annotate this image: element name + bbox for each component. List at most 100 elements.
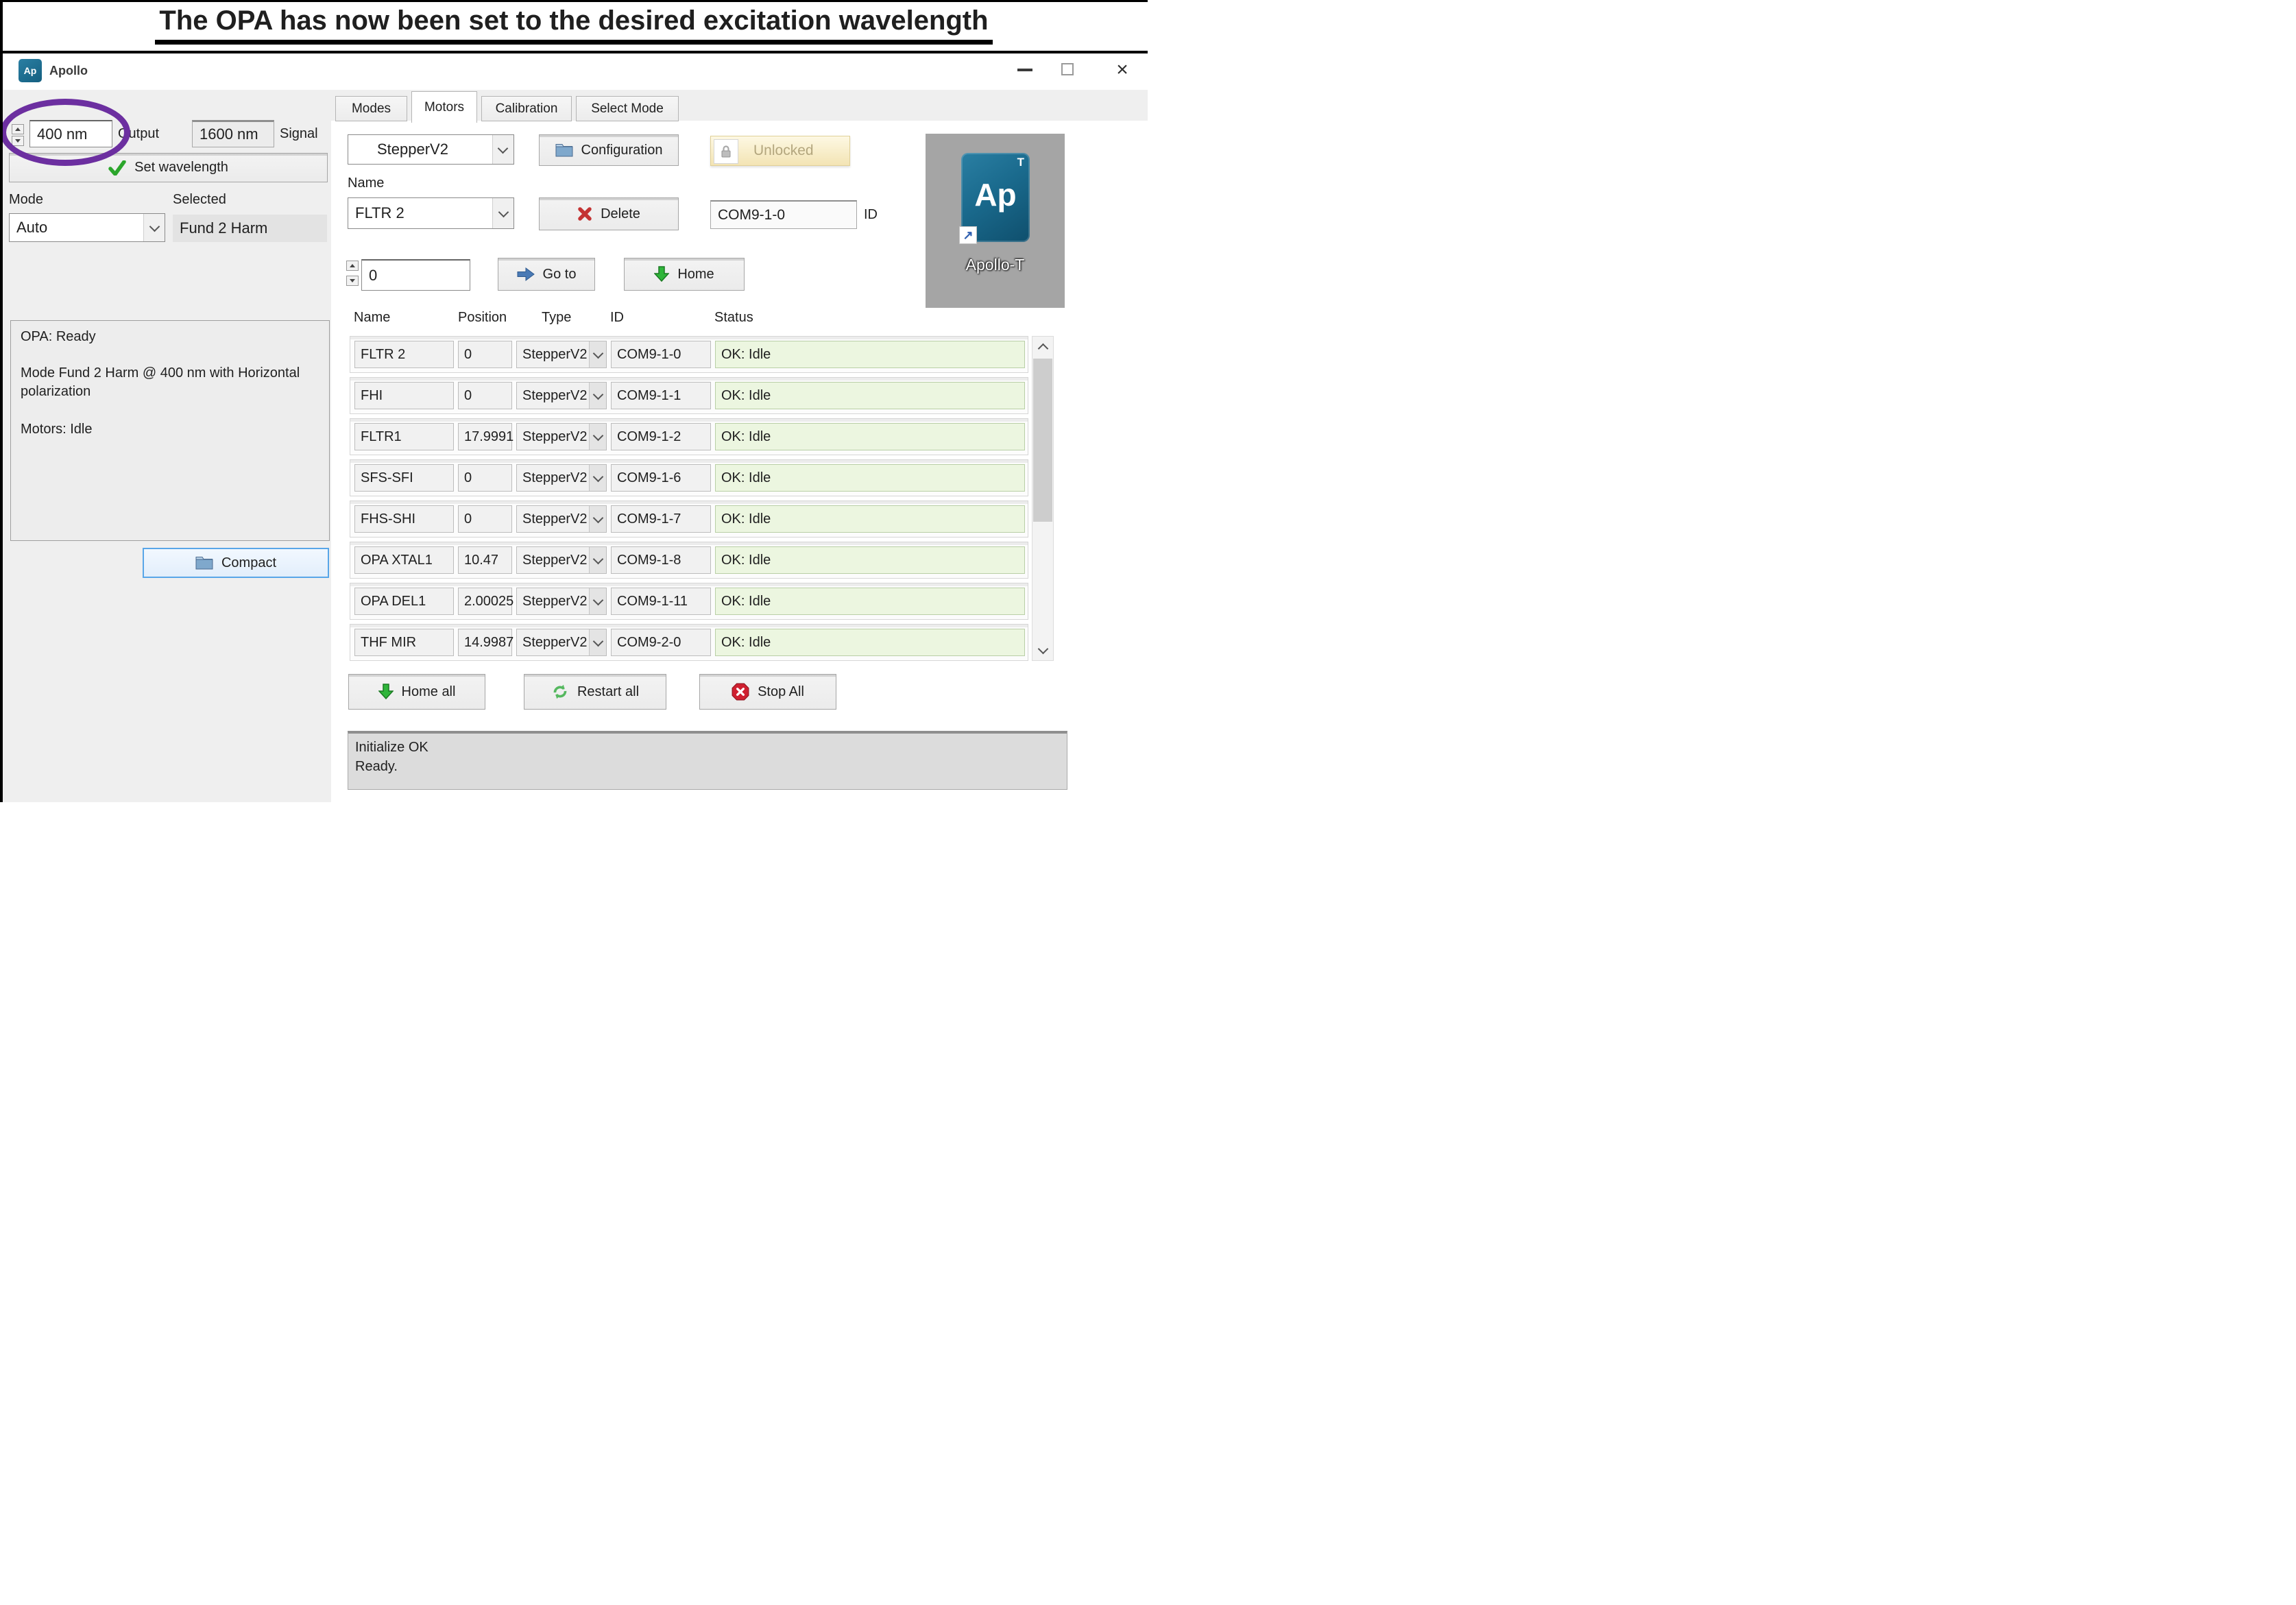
check-icon [108,160,126,176]
lock-icon [720,145,732,158]
row-position-field[interactable]: 0 [458,382,512,409]
stepper-type-select[interactable]: StepperV2 [348,134,514,165]
tab-motors[interactable]: Motors [411,91,477,123]
row-status-field: OK: Idle [715,629,1025,656]
delete-label: Delete [601,206,640,222]
restart-all-button[interactable]: Restart all [524,674,666,710]
scrollbar-down-button[interactable] [1032,640,1053,660]
tab-calibration-label: Calibration [496,101,558,117]
row-type-select[interactable]: StepperV2 [516,341,607,368]
row-name-field[interactable]: THF MIR [354,629,454,656]
mode-label: Mode [9,192,43,208]
motor-name-select[interactable]: FLTR 2 [348,197,514,229]
row-id-field[interactable]: COM9-1-7 [611,505,711,533]
stepper-type-value: StepperV2 [377,141,448,158]
close-button[interactable]: × [1111,55,1134,85]
motors-status-line: Motors: Idle [21,422,319,437]
position-input[interactable]: 0 [361,259,470,291]
chevron-up-icon [1037,343,1048,354]
row-name-field[interactable]: SFS-SFI [354,464,454,492]
unlocked-button[interactable]: Unlocked [710,136,850,166]
delete-x-icon [577,206,592,221]
goto-label: Go to [543,267,577,282]
maximize-button[interactable] [1061,63,1074,75]
stop-all-label: Stop All [758,684,804,700]
id-label: ID [864,207,878,223]
tab-modes-label: Modes [352,101,391,117]
row-type-select[interactable]: StepperV2 [516,382,607,409]
tab-select-mode[interactable]: Select Mode [576,96,679,121]
shortcut-arrow-chip: ↗ [959,226,977,244]
configuration-button[interactable]: Configuration [539,134,679,166]
row-name-field[interactable]: FHI [354,382,454,409]
row-name-field[interactable]: OPA XTAL1 [354,546,454,574]
row-id-field[interactable]: COM9-1-11 [611,588,711,615]
row-name-field[interactable]: FLTR1 [354,423,454,450]
tab-calibration[interactable]: Calibration [481,96,572,121]
row-position-field[interactable]: 0 [458,464,512,492]
tab-modes[interactable]: Modes [335,96,407,121]
chevron-down-icon [589,588,606,614]
row-type-select[interactable]: StepperV2 [516,588,607,615]
row-type-select[interactable]: StepperV2 [516,629,607,656]
selected-value: Fund 2 Harm [180,219,267,237]
row-id-field[interactable]: COM9-1-1 [611,382,711,409]
row-id-field[interactable]: COM9-1-2 [611,423,711,450]
compact-button[interactable]: Compact [143,548,329,578]
tab-select-mode-label: Select Mode [591,101,664,117]
row-type-select[interactable]: StepperV2 [516,423,607,450]
arrow-down-icon [378,684,394,700]
chevron-down-icon [498,206,509,217]
row-name-field[interactable]: FLTR 2 [354,341,454,368]
home-all-button[interactable]: Home all [348,674,485,710]
row-id-field[interactable]: COM9-1-8 [611,546,711,574]
log-line: Initialize OK [355,738,1060,757]
stop-all-button[interactable]: Stop All [699,674,836,710]
row-type-select[interactable]: StepperV2 [516,546,607,574]
mode-select[interactable]: Auto [9,213,165,242]
row-position-field[interactable]: 10.47 [458,546,512,574]
folder-icon [555,143,573,157]
delete-button[interactable]: Delete [539,197,679,230]
minimize-button[interactable] [1017,69,1032,71]
app-icon: Ap [19,59,42,82]
position-spin-down[interactable] [346,276,359,286]
row-type-select[interactable]: StepperV2 [516,505,607,533]
chevron-down-icon [589,506,606,532]
motor-name-value: FLTR 2 [355,204,404,222]
row-status-field: OK: Idle [715,464,1025,492]
shortcut-arrow-icon: ↗ [963,228,973,243]
column-header-status: Status [714,310,753,326]
scrollbar-thumb[interactable] [1033,359,1052,522]
table-row: OPA DEL1 2.00025 StepperV2 COM9-1-11 OK:… [350,583,1028,620]
row-id-field[interactable]: COM9-2-0 [611,629,711,656]
chevron-down-icon [498,143,509,154]
goto-button[interactable]: Go to [498,258,595,291]
row-position-field[interactable]: 17.9991 [458,423,512,450]
row-id-field[interactable]: COM9-1-6 [611,464,711,492]
spin-down-icon [350,279,355,282]
row-position-field[interactable]: 0 [458,341,512,368]
row-name-field[interactable]: OPA DEL1 [354,588,454,615]
stepper-type-arrow [492,135,513,164]
home-button[interactable]: Home [624,258,745,291]
motor-id-value: COM9-1-0 [718,207,785,224]
row-type-select[interactable]: StepperV2 [516,464,607,492]
arrow-down-icon [654,266,669,282]
row-name-field[interactable]: FHS-SHI [354,505,454,533]
chevron-down-icon [589,424,606,450]
table-row: THF MIR 14.9987 StepperV2 COM9-2-0 OK: I… [350,624,1028,661]
compact-label: Compact [221,555,276,571]
position-spin-up[interactable] [346,261,359,271]
row-position-field[interactable]: 2.00025 [458,588,512,615]
screenshot-root: The OPA has now been set to the desired … [0,0,1148,802]
scrollbar-up-button[interactable] [1032,337,1053,357]
chevron-down-icon [589,341,606,367]
row-position-field[interactable]: 14.9987 [458,629,512,656]
apollo-desktop-icon[interactable]: Ap T ↗ [961,153,1030,242]
apollo-icon-badge: T [1017,156,1024,169]
row-id-field[interactable]: COM9-1-0 [611,341,711,368]
motor-id-field[interactable]: COM9-1-0 [710,200,857,229]
position-value: 0 [369,267,377,285]
row-position-field[interactable]: 0 [458,505,512,533]
